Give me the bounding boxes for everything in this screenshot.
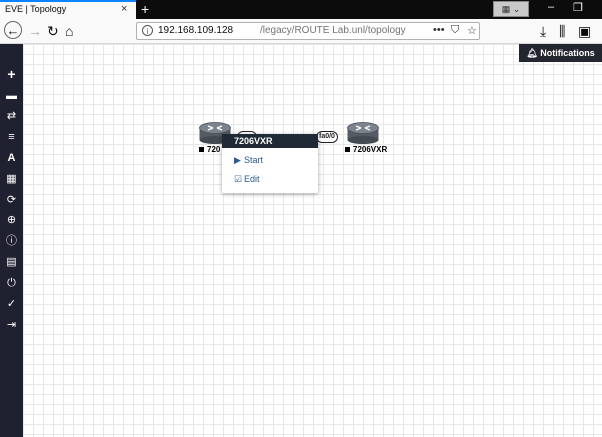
logout-icon[interactable]: ⇥ [0,319,23,331]
port-tag-right: fa0/0 [316,131,338,143]
minimize-icon[interactable]: – [548,1,554,13]
router-icon[interactable] [347,122,379,144]
edit-icon: ☑ [234,174,243,184]
page-actions-icon[interactable]: ••• [433,24,445,36]
tab-close-button[interactable]: × [121,3,127,15]
pocket-icon[interactable]: ⛉ [451,24,459,37]
tab-title: EVE | Topology [5,4,67,14]
text-icon[interactable]: A [0,152,23,164]
url-host: 192.168.109.128 [158,25,234,36]
browser-tab[interactable]: EVE | Topology × [0,0,136,19]
lock-icon[interactable]: ✓ [0,298,23,310]
start-menu-item[interactable]: ▶ Start [234,155,263,166]
library-icon[interactable]: ⫼ [559,22,565,40]
lab-details-icon[interactable]: ▤ [0,256,23,268]
reload-icon[interactable]: ↻ [47,22,59,40]
home-icon[interactable]: ⌂ [65,22,73,40]
topology-canvas[interactable] [23,44,602,437]
extension-icon[interactable]: ▦ ⌄ [493,1,529,17]
node-label: 7206VXR [345,145,387,154]
close-lab-icon[interactable]: ⏻ [0,277,23,289]
refresh-icon[interactable]: ⟳ [0,194,23,206]
notifications-label: Notifications [540,48,595,58]
sidebar-toggle-icon[interactable]: ▣ [578,22,591,40]
download-icon[interactable]: ⤓ [540,22,546,40]
context-menu-title: 7206VXR [222,134,318,148]
forward-icon[interactable]: → [28,22,42,40]
play-icon: ▶ [234,155,241,165]
new-tab-button[interactable]: + [141,0,149,18]
bookmark-star-icon[interactable]: ☆ [467,24,477,37]
back-icon[interactable]: ← [4,21,22,39]
bell-icon: 🔔︎ [526,48,541,58]
node-context-menu: 7206VXR ▶ Start ☑ Edit [222,134,318,193]
edit-label: Edit [244,174,260,184]
nodes-icon[interactable]: ▬ [0,90,23,102]
edit-menu-item[interactable]: ☑ Edit [234,174,260,185]
networks-icon[interactable]: ⇄ [0,110,23,122]
node-label: 720 [199,145,220,154]
add-icon[interactable]: + [0,67,23,81]
startup-configs-icon[interactable]: ≡ [0,131,23,143]
status-icon[interactable]: ⓘ [0,235,23,247]
restore-icon[interactable]: ❐ [573,1,583,14]
url-bar[interactable]: i 192.168.109.128 /legacy/ROUTE Lab.unl/… [136,22,480,40]
grid-icon[interactable]: ▦ [0,173,23,185]
info-icon[interactable]: i [142,25,153,36]
url-path: /legacy/ROUTE Lab.unl/topology [260,25,406,36]
browser-tab-bar: EVE | Topology × + ▦ ⌄ – ❐ [0,0,602,19]
browser-nav-bar: ← → ↻ ⌂ i 192.168.109.128 /legacy/ROUTE … [0,19,602,44]
eve-sidebar: + ▬ ⇄ ≡ A ▦ ⟳ ⊕ ⓘ ▤ ⏻ ✓ ⇥ [0,44,23,437]
notifications-button[interactable]: 🔔︎ Notifications [519,44,602,62]
zoom-icon[interactable]: ⊕ [0,214,23,226]
start-label: Start [244,155,264,165]
